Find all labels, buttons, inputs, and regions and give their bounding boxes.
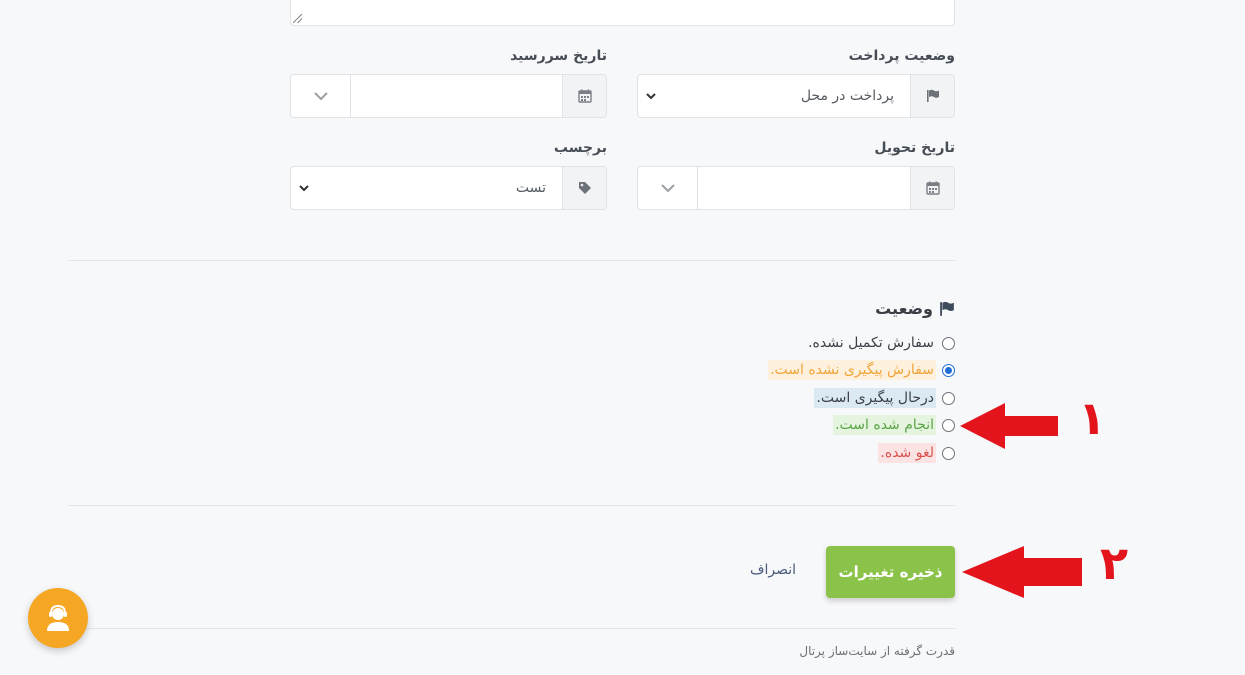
payment-status-select-area[interactable]: پرداخت در محل [638, 75, 910, 117]
chevron-down-icon [299, 184, 309, 191]
resize-grip-icon[interactable] [293, 14, 302, 23]
status-radio[interactable] [942, 336, 955, 350]
tag-addon [562, 167, 606, 209]
due-date-calendar-addon[interactable] [562, 75, 606, 117]
due-date-field[interactable] [290, 74, 607, 118]
status-option-label[interactable]: انجام شده است. [833, 415, 936, 435]
annotation-arrow-1-icon [960, 403, 1058, 449]
chevron-down-icon [646, 92, 656, 99]
tag-value: تست [515, 180, 546, 196]
flag-icon [926, 89, 939, 102]
status-option-label[interactable]: لغو شده. [878, 443, 936, 463]
delivery-date-dropdown-toggle[interactable] [638, 167, 698, 209]
delivery-date-input[interactable] [698, 167, 910, 209]
calendar-icon [925, 181, 940, 195]
support-chat-button[interactable] [28, 588, 88, 648]
chevron-down-icon [660, 183, 675, 192]
status-option-label[interactable]: سفارش پیگیری نشده است. [768, 360, 936, 380]
tag-label: برچسب [553, 140, 607, 156]
status-option-label[interactable]: سفارش تکمیل نشده. [806, 333, 936, 353]
divider [68, 505, 955, 506]
delivery-date-label: تاریخ تحویل [874, 140, 955, 156]
status-title-text: وضعیت [875, 299, 933, 318]
divider [68, 260, 955, 261]
status-option[interactable]: انجام شده است. [833, 413, 955, 437]
status-radio[interactable] [942, 418, 955, 432]
status-radio[interactable] [942, 446, 955, 460]
status-section-title: وضعیت [875, 299, 955, 318]
tag-icon [578, 182, 591, 194]
status-option[interactable]: سفارش پیگیری نشده است. [768, 358, 955, 382]
annotation-arrow-2-icon [962, 546, 1082, 598]
delivery-date-calendar-addon[interactable] [910, 167, 954, 209]
description-textarea[interactable] [290, 0, 955, 26]
payment-status-select[interactable]: پرداخت در محل [637, 74, 955, 118]
status-radio[interactable] [942, 363, 955, 377]
status-option[interactable]: لغو شده. [878, 441, 955, 465]
payment-status-label: وضعیت پرداخت [848, 48, 955, 64]
due-date-label: تاریخ سررسید [510, 48, 607, 64]
divider [68, 628, 955, 629]
annotation-number-2: ٢ [1100, 536, 1129, 590]
save-changes-button[interactable]: ذخیره تغییرات [826, 546, 955, 598]
support-agent-icon [47, 604, 69, 631]
tag-select[interactable]: تست [290, 166, 607, 210]
status-option-label[interactable]: درحال پیگیری است. [814, 388, 936, 408]
status-option[interactable]: درحال پیگیری است. [814, 386, 955, 410]
tag-select-area[interactable]: تست [291, 167, 562, 209]
flag-icon [940, 301, 954, 316]
chevron-down-icon [313, 91, 328, 100]
delivery-date-field[interactable] [637, 166, 955, 210]
calendar-icon [577, 89, 592, 103]
footer-powered-by: قدرت گرفته از سایت‌ساز پرتال [799, 644, 955, 658]
due-date-input[interactable] [351, 75, 562, 117]
status-option[interactable]: سفارش تکمیل نشده. [806, 331, 955, 355]
payment-status-addon [910, 75, 954, 117]
payment-status-value: پرداخت در محل [800, 88, 894, 104]
annotation-number-1: ١ [1078, 391, 1107, 445]
due-date-dropdown-toggle[interactable] [291, 75, 351, 117]
status-radio[interactable] [942, 391, 955, 405]
cancel-link[interactable]: انصراف [750, 562, 796, 578]
